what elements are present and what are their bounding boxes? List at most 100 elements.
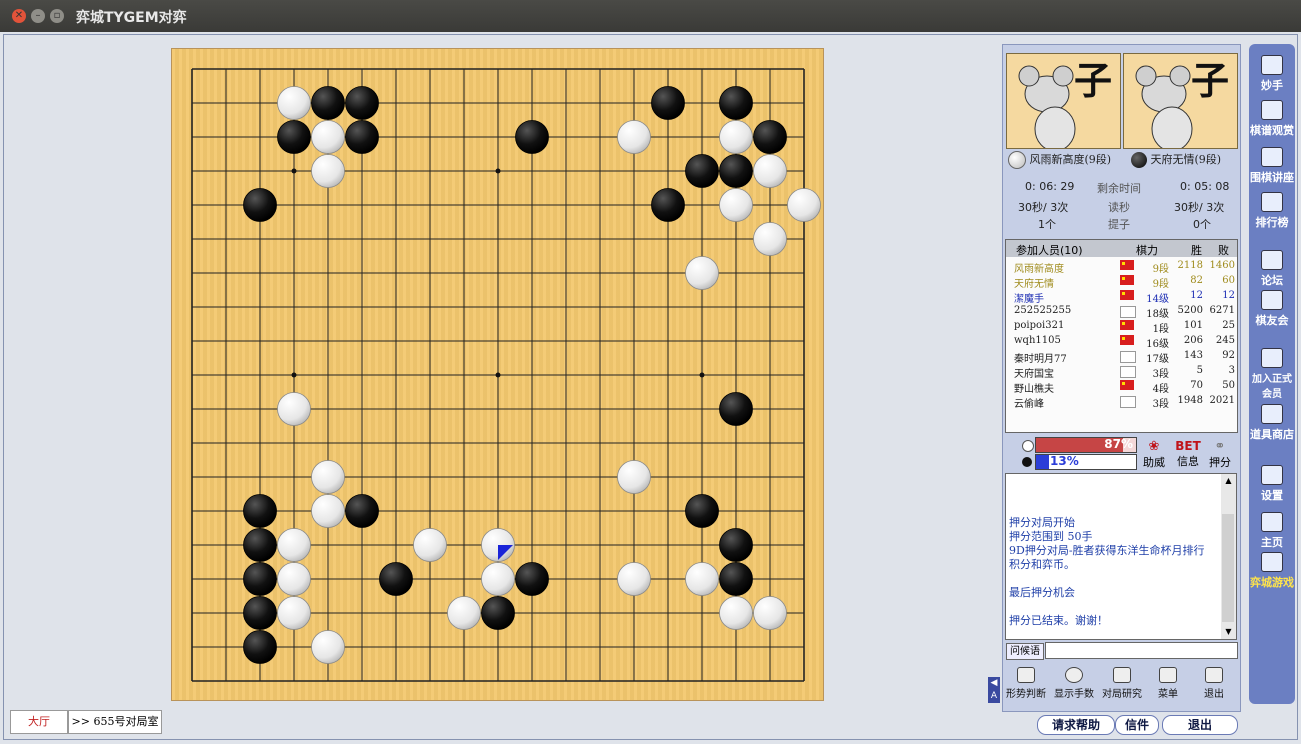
tab-game-room[interactable]: >> 655号对局室 bbox=[68, 710, 162, 734]
china-flag-icon bbox=[1120, 260, 1134, 270]
nav-label: 道具商店 bbox=[1250, 428, 1294, 441]
home-icon bbox=[1261, 512, 1283, 532]
logout-button[interactable]: 退出 bbox=[1162, 715, 1238, 735]
chat-input[interactable] bbox=[1045, 642, 1238, 659]
nav-item-2[interactable]: 围棋讲座 bbox=[1250, 147, 1294, 185]
star-point bbox=[495, 168, 501, 174]
participant-wins: 1948 bbox=[1177, 395, 1203, 406]
show-move-numbers-button[interactable]: 显示手数 bbox=[1050, 667, 1098, 700]
nav-item-6[interactable]: 加入正式会员 bbox=[1250, 348, 1294, 400]
bet-white-percent: 87% bbox=[1104, 437, 1133, 451]
white-stone-icon bbox=[1008, 151, 1026, 169]
nav-item-8[interactable]: 设置 bbox=[1250, 465, 1294, 503]
nav-item-0[interactable]: 妙手 bbox=[1250, 55, 1294, 93]
white-stone bbox=[311, 630, 345, 664]
bet-black-stone-icon bbox=[1022, 457, 1032, 467]
cheer-button[interactable]: ❀ 助威 bbox=[1142, 439, 1166, 470]
participant-losses: 3 bbox=[1228, 365, 1235, 376]
nav-item-4[interactable]: 论坛 bbox=[1250, 250, 1294, 288]
black-stone bbox=[515, 120, 549, 154]
game-study-button[interactable]: 对局研究 bbox=[1098, 667, 1146, 700]
white-stone bbox=[719, 596, 753, 630]
participant-row[interactable]: 天府无情 9段 82 60 bbox=[1006, 274, 1237, 290]
white-stone bbox=[311, 120, 345, 154]
participant-name: 天府无情 bbox=[1014, 279, 1054, 290]
window-titlebar: ✕ – ▫ 弈城TYGEM对弈 bbox=[0, 0, 1301, 32]
white-stone bbox=[311, 154, 345, 188]
tab-lobby[interactable]: 大厅 bbox=[10, 710, 68, 734]
black-player-avatar: 子 bbox=[1123, 53, 1238, 149]
nav-item-5[interactable]: 棋友会 bbox=[1250, 290, 1294, 328]
scroll-thumb[interactable] bbox=[1222, 514, 1234, 622]
participant-rank: 9段 bbox=[1152, 264, 1169, 275]
participant-row[interactable]: 云偷峰 3段 1948 2021 bbox=[1006, 394, 1237, 410]
nav-label: 主页 bbox=[1261, 536, 1283, 549]
join-member-icon bbox=[1261, 348, 1283, 368]
china-flag-icon bbox=[1120, 275, 1134, 285]
participant-row[interactable]: 252525255 18级 5200 6271 bbox=[1006, 304, 1237, 320]
white-stone bbox=[617, 460, 651, 494]
friends-icon bbox=[1261, 290, 1283, 310]
participant-row[interactable]: 风雨新高度 9段 2118 1460 bbox=[1006, 259, 1237, 275]
participant-row[interactable]: wqh1105 16级 206 245 bbox=[1006, 334, 1237, 350]
white-stone bbox=[719, 120, 753, 154]
info-button[interactable]: BET 信息 bbox=[1175, 439, 1201, 469]
white-player-name: 风雨新高度(9段) bbox=[1029, 153, 1112, 166]
minimize-window-button[interactable]: – bbox=[31, 9, 45, 23]
rank-column-header: 棋力 bbox=[1136, 244, 1158, 257]
nav-item-3[interactable]: 排行榜 bbox=[1250, 192, 1294, 230]
close-window-button[interactable]: ✕ bbox=[12, 9, 26, 23]
white-stone bbox=[753, 154, 787, 188]
participant-row[interactable]: 潔魔手 14级 12 12 bbox=[1006, 289, 1237, 305]
participant-row[interactable]: poipoi321 1段 101 25 bbox=[1006, 319, 1237, 335]
nav-item-9[interactable]: 主页 bbox=[1250, 512, 1294, 550]
chat-scrollbar[interactable]: ▲ ▼ bbox=[1221, 473, 1237, 640]
white-stone bbox=[413, 528, 447, 562]
participant-losses: 2021 bbox=[1209, 395, 1235, 406]
chat-log[interactable]: 押分对局开始 押分范围到 50手 9D押分对局-胜者获得东洋生命杯月排行 积分和弈币。… bbox=[1005, 473, 1223, 640]
nav-item-10[interactable]: 弈城游戏 bbox=[1250, 552, 1294, 590]
white-stone bbox=[617, 120, 651, 154]
bet-logo-icon: BET bbox=[1175, 439, 1201, 453]
score-button[interactable]: ⚭ 押分 bbox=[1207, 439, 1233, 470]
china-flag-icon bbox=[1120, 380, 1134, 390]
participant-row[interactable]: 天府国宝 3段 5 3 bbox=[1006, 364, 1237, 380]
window-title: 弈城TYGEM对弈 bbox=[76, 10, 187, 26]
maximize-window-button[interactable]: ▫ bbox=[50, 9, 64, 23]
white-stone bbox=[277, 596, 311, 630]
menu-button[interactable]: 菜单 bbox=[1144, 667, 1192, 700]
china-flag-icon bbox=[1120, 320, 1134, 330]
scroll-down-arrow-icon[interactable]: ▼ bbox=[1221, 625, 1236, 639]
participant-row[interactable]: 秦时明月77 17级 143 92 bbox=[1006, 349, 1237, 365]
participant-rank: 3段 bbox=[1152, 399, 1169, 410]
nav-item-7[interactable]: 道具商店 bbox=[1250, 404, 1294, 442]
panel-collapse-button[interactable]: ◀ A bbox=[988, 677, 1000, 703]
help-request-button[interactable]: 请求帮助 bbox=[1037, 715, 1115, 735]
participant-losses: 1460 bbox=[1209, 260, 1235, 271]
participant-losses: 60 bbox=[1222, 275, 1235, 286]
nav-item-1[interactable]: 棋谱观赏 bbox=[1250, 100, 1294, 138]
black-stone bbox=[685, 494, 719, 528]
mail-button[interactable]: 信件 bbox=[1115, 715, 1159, 735]
position-judge-button[interactable]: 形势判断 bbox=[1002, 667, 1050, 700]
participants-list[interactable]: 风雨新高度 9段 2118 1460 天府无情 9段 82 60 潔魔手 14级 12 12 25252… bbox=[1005, 257, 1238, 433]
white-stone bbox=[277, 562, 311, 596]
black-stone bbox=[243, 188, 277, 222]
participants-title: 参加人员(10) bbox=[1016, 244, 1083, 257]
greeting-button[interactable]: 问候语 bbox=[1006, 643, 1044, 660]
shop-icon bbox=[1261, 404, 1283, 424]
white-stone bbox=[787, 188, 821, 222]
participant-name: 风雨新高度 bbox=[1014, 264, 1064, 275]
exit-game-button[interactable]: 退出 bbox=[1190, 667, 1238, 700]
black-stone bbox=[243, 528, 277, 562]
participant-name: 秦时明月77 bbox=[1014, 354, 1067, 365]
scroll-up-arrow-icon[interactable]: ▲ bbox=[1221, 474, 1236, 488]
participant-row[interactable]: 野山樵夫 4段 70 50 bbox=[1006, 379, 1237, 395]
black-stone bbox=[277, 120, 311, 154]
go-board[interactable] bbox=[171, 48, 823, 700]
participant-losses: 92 bbox=[1222, 350, 1235, 361]
nav-label: 棋友会 bbox=[1255, 314, 1289, 327]
white-stone bbox=[481, 562, 515, 596]
white-stone bbox=[277, 86, 311, 120]
tool-label-menu: 菜单 bbox=[1158, 689, 1178, 700]
